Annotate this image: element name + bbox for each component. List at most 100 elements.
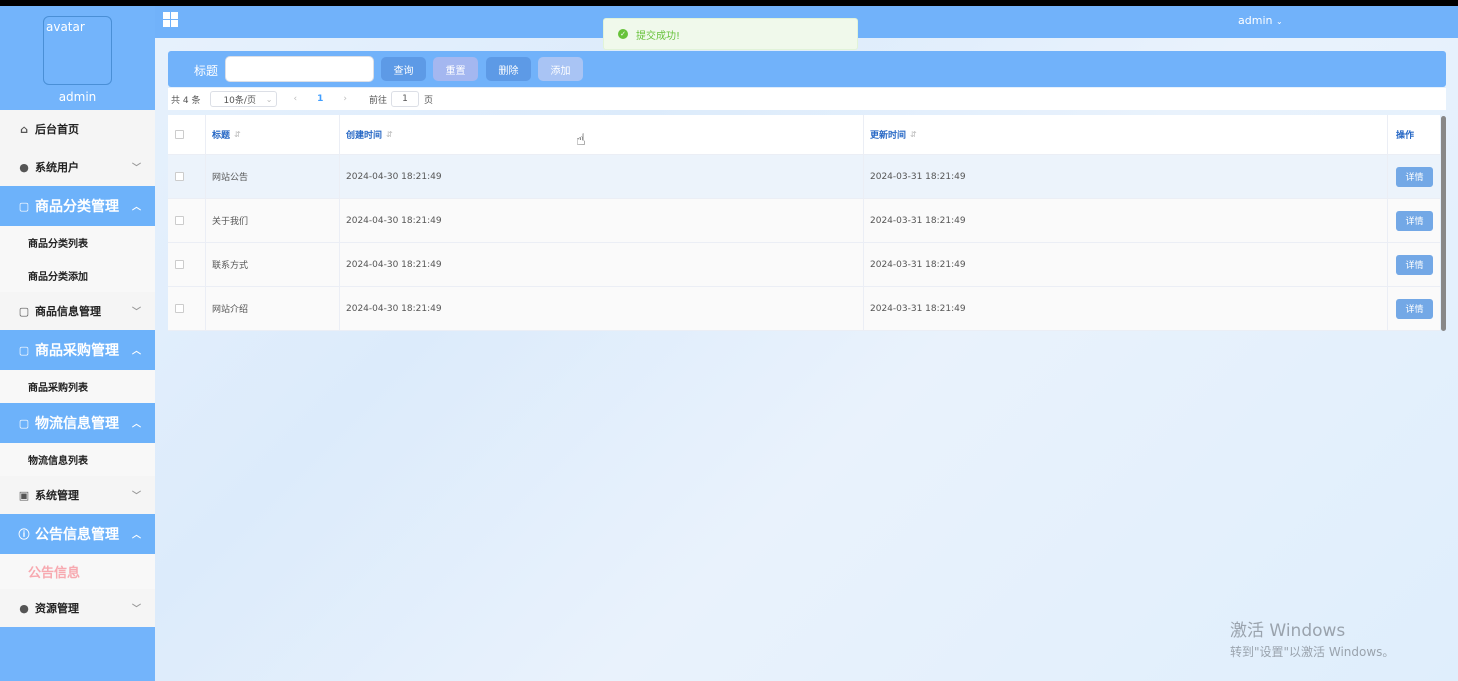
table-row[interactable]: 联系方式 2024-04-30 18:21:49 2024-03-31 18:2… (168, 243, 1440, 287)
sidebar-item-label: 资源管理 (35, 602, 79, 615)
sort-icon[interactable]: ⇵ (234, 130, 241, 139)
edit-icon: ▢ (18, 304, 30, 318)
reset-button[interactable]: 重置 (433, 57, 478, 81)
sidebar-item-label: 系统用户 (35, 161, 79, 174)
cell-title: 联系方式 (206, 243, 340, 286)
sidebar-item-purchase-mgmt[interactable]: ▢ 商品采购管理 ︿ (0, 330, 155, 370)
row-checkbox[interactable] (175, 260, 184, 269)
chevron-down-icon: ﹀ (131, 604, 141, 615)
home-icon: ⌂ (20, 122, 28, 136)
detail-button[interactable]: 详情 (1396, 254, 1433, 275)
chevron-down-icon: ⌄ (1275, 17, 1283, 26)
sidebar-item-system-users[interactable]: ● 系统用户 ﹀ (0, 148, 155, 186)
cell-updated: 2024-03-31 18:21:49 (864, 155, 1388, 198)
cell-title: 关于我们 (206, 199, 340, 242)
sidebar-username: admin (58, 90, 97, 104)
chevron-down-icon: ﹀ (131, 307, 141, 318)
avatar-alt-text: avatar (46, 20, 85, 34)
chevron-up-icon: ︿ (131, 419, 141, 430)
cell-created: 2024-04-30 18:21:49 (340, 155, 864, 198)
edit-icon: ▢ (18, 343, 30, 357)
cell-title: 网站公告 (206, 155, 340, 198)
total-count: 共 4 条 (171, 95, 201, 106)
table-row[interactable]: 关于我们 2024-04-30 18:21:49 2024-03-31 18:2… (168, 199, 1440, 243)
avatar[interactable]: avatar (43, 16, 112, 85)
cell-updated: 2024-03-31 18:21:49 (864, 199, 1388, 242)
sidebar-subitem-purchase-list[interactable]: 商品采购列表 (0, 370, 155, 403)
sidebar-item-system-mgmt[interactable]: ▣ 系统管理 ﹀ (0, 476, 155, 514)
success-check-icon: ✓ (618, 29, 628, 39)
edit-icon: ▢ (18, 416, 30, 430)
table-row[interactable]: 网站介绍 2024-04-30 18:21:49 2024-03-31 18:2… (168, 287, 1440, 331)
sidebar-item-label: 后台首页 (35, 123, 79, 136)
sidebar-item-label: 商品信息管理 (35, 305, 101, 318)
sidebar-menu: ⌂ 后台首页 ● 系统用户 ﹀ ▢ 商品分类管理 ︿ 商品分类列表 商品分类添加… (0, 110, 155, 627)
cell-created: 2024-04-30 18:21:49 (340, 243, 864, 286)
current-page[interactable]: 1 (317, 94, 323, 104)
column-header-title[interactable]: 标题 (212, 128, 230, 141)
app-frame: avatar admin ⌂ 后台首页 ● 系统用户 ﹀ ▢ 商品分类管理 ︿ … (0, 6, 1458, 681)
sidebar-item-label: 系统管理 (35, 489, 79, 502)
hand-cursor-icon: ☝ (576, 130, 586, 149)
next-page-icon[interactable]: › (343, 94, 347, 104)
cell-updated: 2024-03-31 18:21:49 (864, 287, 1388, 330)
title-search-input[interactable] (225, 56, 374, 82)
row-checkbox[interactable] (175, 304, 184, 313)
row-checkbox[interactable] (175, 172, 184, 181)
delete-button[interactable]: 删除 (486, 57, 531, 81)
edit-icon: ▢ (18, 199, 30, 213)
user-name: admin (1238, 14, 1273, 27)
chevron-up-icon: ︿ (131, 346, 141, 357)
table-row[interactable]: 网站公告 2024-04-30 18:21:49 2024-03-31 18:2… (168, 155, 1440, 199)
page-unit-label: 页 (423, 95, 433, 106)
query-button[interactable]: 查询 (381, 57, 426, 81)
prev-page-icon[interactable]: ‹ (293, 94, 297, 104)
row-checkbox[interactable] (175, 216, 184, 225)
goto-label: 前往 (368, 95, 387, 106)
sidebar-item-home[interactable]: ⌂ 后台首页 (0, 110, 155, 148)
sidebar: avatar admin ⌂ 后台首页 ● 系统用户 ﹀ ▢ 商品分类管理 ︿ … (0, 6, 155, 681)
chevron-down-icon: ⌄ (265, 94, 273, 104)
pagination: 共 4 条 10条/页 ⌄ ‹ 1 › 前往 1 页 (168, 88, 1446, 110)
chevron-up-icon: ︿ (131, 202, 141, 213)
menu-grid-icon[interactable] (163, 12, 178, 27)
location-icon: ● (19, 601, 29, 615)
sort-icon[interactable]: ⇵ (910, 130, 917, 139)
chevron-down-icon: ﹀ (131, 491, 141, 502)
info-icon: ⓘ (18, 528, 30, 541)
column-header-created[interactable]: 创建时间 (346, 128, 382, 141)
sidebar-subitem-logistics-list[interactable]: 物流信息列表 (0, 443, 155, 476)
sidebar-item-resource-mgmt[interactable]: ● 资源管理 ﹀ (0, 589, 155, 627)
select-all-checkbox[interactable] (175, 130, 184, 139)
sidebar-subitem-notice-info[interactable]: 公告信息 (0, 554, 155, 589)
cell-title: 网站介绍 (206, 287, 340, 330)
goto-page-input[interactable]: 1 (390, 91, 419, 107)
column-header-updated[interactable]: 更新时间 (870, 128, 906, 141)
watermark-line1: 激活 Windows (1230, 621, 1346, 641)
title-label: 标题 (194, 64, 219, 78)
detail-button[interactable]: 详情 (1396, 166, 1433, 187)
sidebar-item-notice-mgmt[interactable]: ⓘ 公告信息管理 ︿ (0, 514, 155, 554)
sidebar-subitem-category-add[interactable]: 商品分类添加 (0, 259, 155, 292)
success-toast: ✓ 提交成功! (603, 18, 858, 50)
search-bar: 标题 查询 重置 删除 添加 (168, 51, 1446, 87)
sidebar-item-label: 商品分类管理 (35, 199, 119, 215)
page-size-value: 10条/页 (223, 95, 256, 106)
detail-button[interactable]: 详情 (1396, 298, 1433, 319)
table-scrollbar[interactable] (1441, 116, 1446, 331)
windows-activation-watermark: 激活 Windows 转到"设置"以激活 Windows。 (1230, 616, 1394, 660)
toast-message: 提交成功! (636, 30, 681, 42)
page-size-select[interactable]: 10条/页 ⌄ (210, 91, 278, 107)
chevron-up-icon: ︿ (131, 530, 141, 541)
sidebar-item-goods-info[interactable]: ▢ 商品信息管理 ﹀ (0, 292, 155, 330)
sidebar-item-logistics-mgmt[interactable]: ▢ 物流信息管理 ︿ (0, 403, 155, 443)
watermark-line2: 转到"设置"以激活 Windows。 (1230, 645, 1395, 659)
sidebar-subitem-category-list[interactable]: 商品分类列表 (0, 226, 155, 259)
sidebar-item-label: 公告信息管理 (35, 527, 119, 543)
sidebar-item-category-mgmt[interactable]: ▢ 商品分类管理 ︿ (0, 186, 155, 226)
add-button[interactable]: 添加 (538, 57, 583, 81)
detail-button[interactable]: 详情 (1396, 210, 1433, 231)
sort-icon[interactable]: ⇵ (386, 130, 393, 139)
user-dropdown[interactable]: admin ⌄ (1238, 14, 1283, 27)
picture-icon: ▣ (18, 488, 30, 502)
